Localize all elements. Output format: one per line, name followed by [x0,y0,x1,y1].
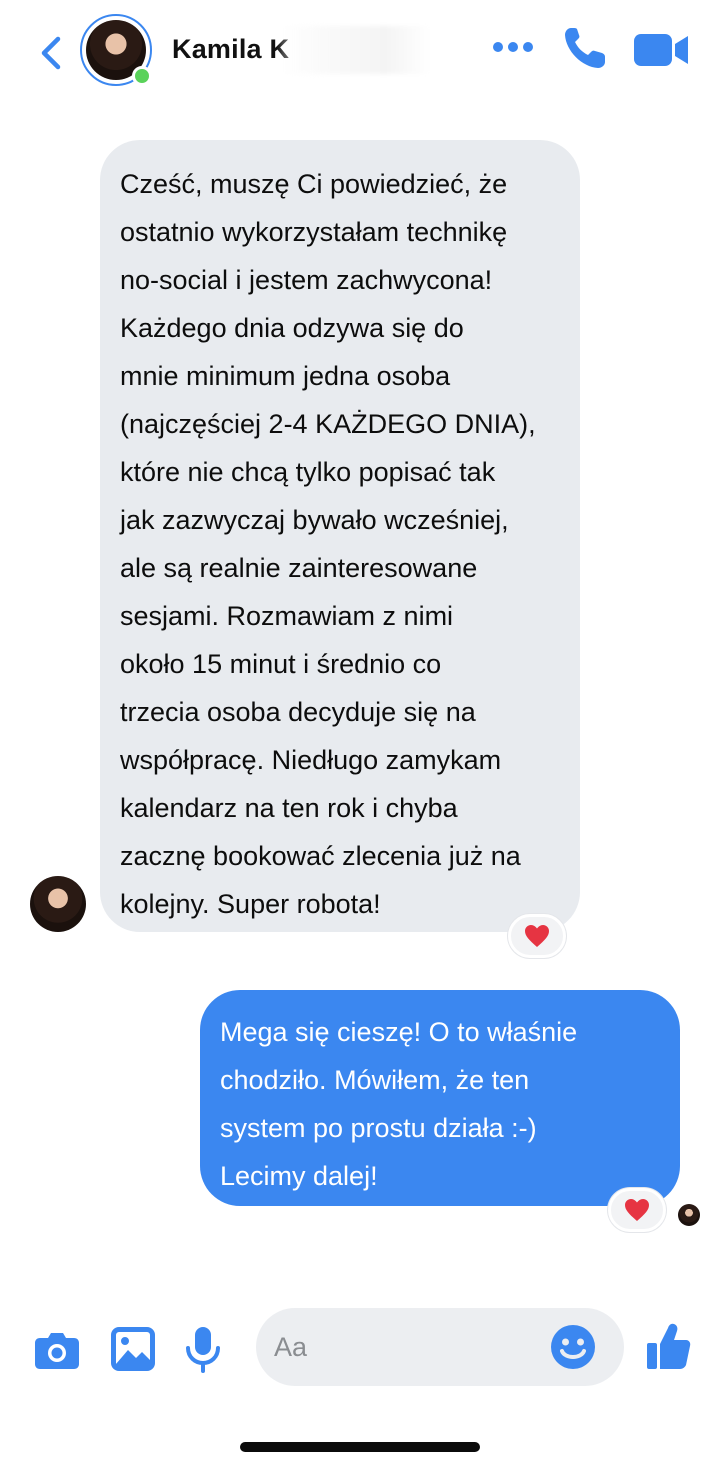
message-input-box[interactable] [256,1308,624,1386]
outgoing-message-bubble[interactable]: Mega się cieszę! O to właśnie chodziło. … [200,990,680,1206]
seen-indicator-avatar [678,1204,700,1226]
message-input[interactable] [274,1332,534,1363]
heart-icon [625,1199,649,1221]
redacted-name-blur [280,26,430,74]
chat-header: Kamila K [0,0,720,104]
video-icon[interactable] [634,32,690,68]
chevron-left-icon[interactable] [36,36,66,70]
camera-icon[interactable] [34,1330,80,1370]
contact-name[interactable]: Kamila K [172,34,289,65]
heart-reaction[interactable] [608,1188,666,1232]
home-indicator [240,1442,480,1452]
phone-icon[interactable] [562,25,608,71]
incoming-message-text: Cześć, muszę Ci powiedzieć, że ostatnio … [120,169,536,919]
outgoing-message-text: Mega się cieszę! O to właśnie chodziło. … [220,1017,578,1191]
online-status-indicator [132,66,152,86]
incoming-message-bubble[interactable]: Cześć, muszę Ci powiedzieć, że ostatnio … [100,140,580,932]
heart-reaction[interactable] [508,914,566,958]
like-icon[interactable] [646,1322,692,1370]
sender-avatar[interactable] [30,876,86,932]
image-icon[interactable] [110,1326,156,1372]
heart-icon [525,925,549,947]
microphone-icon[interactable] [184,1326,222,1374]
more-icon[interactable] [492,40,534,54]
emoji-icon[interactable] [550,1324,596,1370]
